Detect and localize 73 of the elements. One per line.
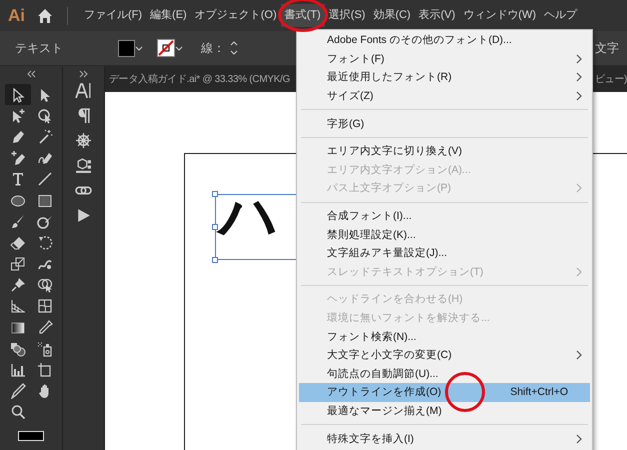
menu-item: ヘッドラインを合わせる(H): [326, 292, 464, 308]
blend-icon: [10, 340, 26, 357]
cube-icon[interactable]: [75, 157, 92, 174]
scale-icon: [10, 256, 26, 272]
mode-label: テキスト: [15, 40, 63, 57]
expand-icon[interactable]: [78, 70, 88, 78]
menu-item[interactable]: 字形(G): [299, 114, 590, 133]
menu-item[interactable]: 禁則処理設定(K)...: [299, 225, 590, 244]
line-icon: [36, 171, 52, 188]
menu-item[interactable]: 選択(S): [324, 4, 370, 27]
character-panel-icon[interactable]: [75, 82, 92, 99]
menu-item[interactable]: 大文字と小文字の変更(C): [299, 346, 590, 364]
fill-color-swatch[interactable]: [18, 431, 44, 441]
arrow-swirl-icon: [36, 108, 52, 124]
menu-item[interactable]: 句読点の自動調節(U)...: [299, 364, 590, 384]
menu-item[interactable]: フォント(F): [299, 50, 590, 68]
menu-item: パス上文字オプション(P): [299, 179, 590, 198]
shortcut-text: Shift+Ctrl+O: [510, 385, 568, 400]
knife-icon: [10, 383, 26, 400]
menu-item[interactable]: アウトラインを作成(O) Shift+Ctrl+O: [299, 383, 590, 402]
play-icon[interactable]: [75, 207, 92, 224]
rotate-icon: [36, 234, 52, 251]
artboard-icon: [36, 362, 52, 378]
eraser-icon: [10, 234, 26, 251]
shape-builder-icon: [36, 277, 52, 294]
perspective-grid-icon: [10, 298, 26, 314]
menu-item: スレッドテキストオプション(T): [299, 262, 590, 282]
tool-button[interactable]: [4, 84, 30, 106]
pen-plus-icon: [10, 150, 26, 166]
spinner-icon[interactable]: [229, 40, 239, 56]
rectangle-icon: [36, 192, 52, 209]
eyedropper-icon: [36, 320, 52, 336]
magic-wand-icon: [36, 128, 52, 145]
app-logo: Ai: [8, 4, 25, 27]
menu-item[interactable]: 特殊文字を挿入(I): [299, 429, 590, 448]
blob-brush-icon: [36, 214, 52, 230]
menu-item[interactable]: フォント検索(N)...: [299, 327, 590, 346]
panel-label[interactable]: 文字: [595, 39, 619, 57]
menu-item[interactable]: 合成フォント(I)...: [299, 206, 590, 226]
stroke-swatch-icon[interactable]: [157, 39, 175, 57]
ship-wheel-icon[interactable]: [75, 132, 92, 149]
fill-swatch[interactable]: [118, 40, 135, 56]
menu-item[interactable]: Adobe Fonts のその他のフォント(D)...: [299, 31, 590, 50]
mesh-icon: [36, 298, 52, 314]
menu-item[interactable]: 最近使用したフォント(R): [299, 68, 590, 87]
gradient-icon: [10, 320, 26, 336]
spray-can-icon: [36, 340, 52, 357]
menu-item[interactable]: ウィンドウ(W): [459, 4, 540, 27]
menu-item[interactable]: エリア内文字に切り換え(V): [299, 142, 590, 161]
menu-item[interactable]: 最適なマージン揃え(M): [299, 402, 590, 420]
menu-item[interactable]: ヘルプ: [540, 4, 581, 27]
menu-item[interactable]: 表示(V): [414, 4, 460, 27]
collapse-icon[interactable]: [26, 70, 36, 78]
pin-icon: [10, 277, 26, 294]
menu-item[interactable]: オブジェクト(O): [190, 4, 281, 27]
document-tab[interactable]: データ入稿ガイド.ai* @ 33.33% (CMYK/G: [109, 72, 290, 86]
menu-item: エリア内文字オプション(A)...: [326, 162, 472, 178]
caret-icon[interactable]: [135, 44, 143, 52]
curve-pen-icon: [36, 150, 52, 166]
menu-item[interactable]: 効果(C): [369, 4, 415, 27]
home-icon[interactable]: [37, 8, 53, 24]
menu-item[interactable]: ファイル(F): [80, 4, 146, 27]
search-icon: [10, 404, 26, 420]
bar-chart-icon: [10, 362, 26, 378]
caret-icon[interactable]: [175, 44, 183, 52]
menu-item[interactable]: サイズ(Z): [299, 86, 590, 106]
stroke-label: 線：: [201, 40, 225, 57]
menu-item[interactable]: 書式(T): [280, 4, 325, 27]
ellipse-icon: [10, 192, 26, 209]
menu-item: 環境に無いフォントを解決する...: [326, 311, 491, 326]
menu-item[interactable]: 編集(E): [146, 4, 191, 27]
document-tab[interactable]: ビュー): [594, 72, 627, 86]
menu-item[interactable]: 文字組みアキ量設定(J)...: [299, 244, 590, 263]
